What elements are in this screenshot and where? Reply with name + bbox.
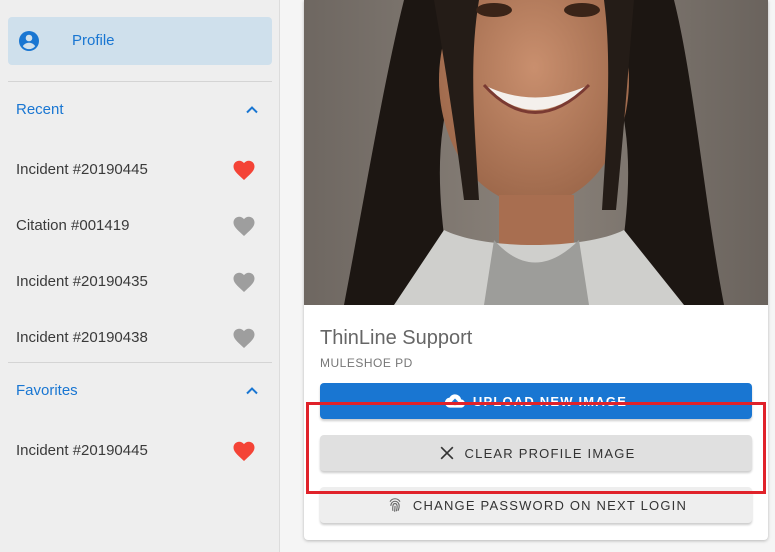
chevron-up-icon[interactable] — [244, 383, 260, 399]
recent-list-item[interactable]: Incident #20190438 — [0, 318, 280, 358]
sidebar-item-profile[interactable]: Profile — [8, 17, 272, 65]
sidebar: Profile Recent Incident #20190445 Citati… — [0, 0, 280, 552]
fingerprint-icon — [389, 498, 401, 512]
profile-photo-image — [304, 0, 768, 305]
list-item-label: Citation #001419 — [16, 217, 130, 234]
clear-profile-image-button[interactable]: CLEAR PROFILE IMAGE — [320, 435, 752, 471]
list-item-label: Incident #20190445 — [16, 442, 148, 459]
favorites-section-title: Favorites — [16, 382, 78, 399]
recent-list-item[interactable]: Citation #001419 — [0, 206, 280, 246]
upload-image-button[interactable]: UPLOAD NEW IMAGE — [320, 383, 752, 419]
upload-image-label: UPLOAD NEW IMAGE — [472, 393, 628, 409]
recent-section-title: Recent — [16, 101, 64, 118]
heart-icon[interactable] — [232, 215, 256, 237]
favorites-section-header[interactable]: Favorites — [0, 373, 280, 409]
divider — [8, 362, 272, 363]
change-password-label: CHANGE PASSWORD ON NEXT LOGIN — [412, 497, 688, 513]
recent-section-header[interactable]: Recent — [0, 92, 280, 128]
profile-photo — [304, 0, 768, 305]
profile-department: MULESHOE PD — [320, 356, 413, 370]
chevron-up-icon[interactable] — [244, 102, 260, 118]
sidebar-item-label: Profile — [72, 32, 115, 49]
heart-icon[interactable] — [232, 271, 256, 293]
recent-list-item[interactable]: Incident #20190435 — [0, 262, 280, 302]
list-item-label: Incident #20190445 — [16, 161, 148, 178]
heart-icon[interactable] — [232, 159, 256, 181]
profile-name: ThinLine Support — [320, 327, 473, 349]
favorites-list-item[interactable]: Incident #20190445 — [0, 431, 280, 471]
cloud-upload-icon — [444, 394, 465, 408]
profile-card: ThinLine Support MULESHOE PD UPLOAD NEW … — [304, 0, 768, 540]
heart-icon[interactable] — [232, 327, 256, 349]
list-item-label: Incident #20190438 — [16, 329, 148, 346]
account-circle-icon — [19, 31, 39, 51]
heart-icon[interactable] — [232, 440, 256, 462]
recent-list-item[interactable]: Incident #20190445 — [0, 150, 280, 190]
list-item-label: Incident #20190435 — [16, 273, 148, 290]
clear-profile-image-label: CLEAR PROFILE IMAGE — [464, 445, 636, 461]
change-password-button[interactable]: CHANGE PASSWORD ON NEXT LOGIN — [320, 487, 752, 523]
close-icon — [440, 446, 453, 460]
divider — [8, 81, 272, 82]
